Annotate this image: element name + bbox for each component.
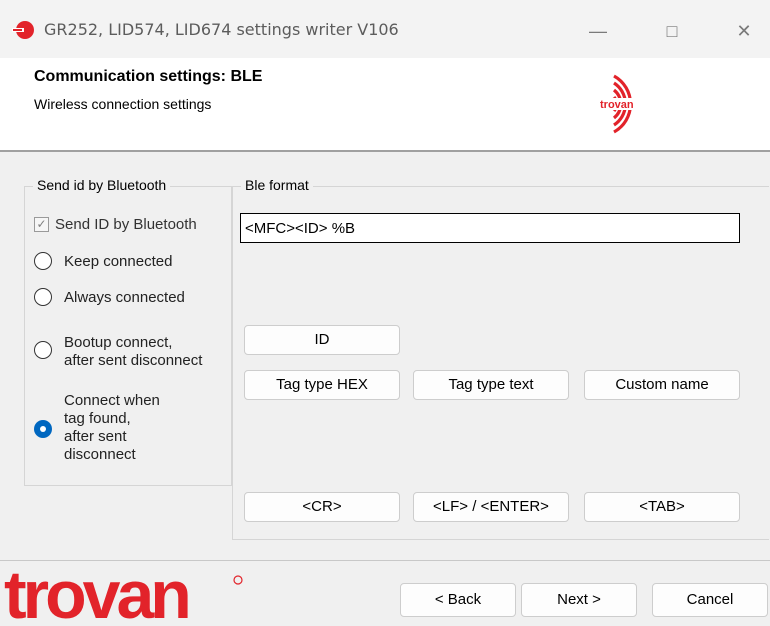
id-button[interactable]: ID (244, 325, 400, 355)
radio-always-connected[interactable] (34, 288, 52, 306)
radio-connect-when-label-line1: Connect when (64, 392, 160, 409)
close-icon[interactable]: ✕ (724, 14, 764, 48)
tag-type-text-button[interactable]: Tag type text (413, 370, 569, 400)
footer-logo-text: trovan (4, 557, 188, 626)
radio-bootup-connect[interactable] (34, 341, 52, 359)
header-logo-text: trovan (600, 99, 634, 111)
radio-bootup-connect-label-line2: after sent disconnect (64, 352, 203, 369)
radio-connect-when-label-line2: tag found, (64, 410, 131, 427)
radio-bootup-connect-label-line1: Bootup connect, (64, 334, 173, 351)
ble-format-input[interactable] (240, 213, 740, 243)
cr-button[interactable]: <CR> (244, 492, 400, 522)
window-title: GR252, LID574, LID674 settings writer V1… (44, 20, 399, 39)
tab-button[interactable]: <TAB> (584, 492, 740, 522)
radio-always-connected-label: Always connected (64, 289, 185, 306)
cancel-button[interactable]: Cancel (652, 583, 768, 617)
radio-connect-when-tag-found[interactable] (34, 420, 52, 438)
bluetooth-group-legend: Send id by Bluetooth (33, 177, 171, 193)
trovan-logo-icon: trovan (598, 74, 634, 134)
lf-enter-button[interactable]: <LF> / <ENTER> (413, 492, 569, 522)
custom-name-button[interactable]: Custom name (584, 370, 740, 400)
page-subtitle: Wireless connection settings (34, 96, 212, 112)
radio-keep-connected[interactable] (34, 252, 52, 270)
minimize-icon[interactable]: — (578, 14, 618, 48)
page-header: Communication settings: BLE Wireless con… (0, 58, 770, 152)
ble-format-legend: Ble format (241, 177, 313, 193)
maximize-icon[interactable]: □ (652, 14, 692, 48)
trovan-footer-logo: trovan (4, 557, 243, 626)
checkbox-checked-icon[interactable]: ✓ (34, 217, 49, 232)
trovan-app-icon (12, 21, 34, 39)
next-button[interactable]: Next > (521, 583, 637, 617)
send-id-checkbox[interactable]: ✓ Send ID by Bluetooth (34, 216, 197, 233)
back-button[interactable]: < Back (400, 583, 516, 617)
send-id-checkbox-label: Send ID by Bluetooth (55, 216, 197, 233)
radio-connect-when-label-line4: disconnect (64, 446, 136, 463)
radio-connect-when-label-line3: after sent (64, 428, 127, 445)
title-bar: GR252, LID574, LID674 settings writer V1… (0, 0, 770, 58)
page-title: Communication settings: BLE (34, 68, 263, 85)
radio-keep-connected-label: Keep connected (64, 253, 173, 270)
tag-type-hex-button[interactable]: Tag type HEX (244, 370, 400, 400)
